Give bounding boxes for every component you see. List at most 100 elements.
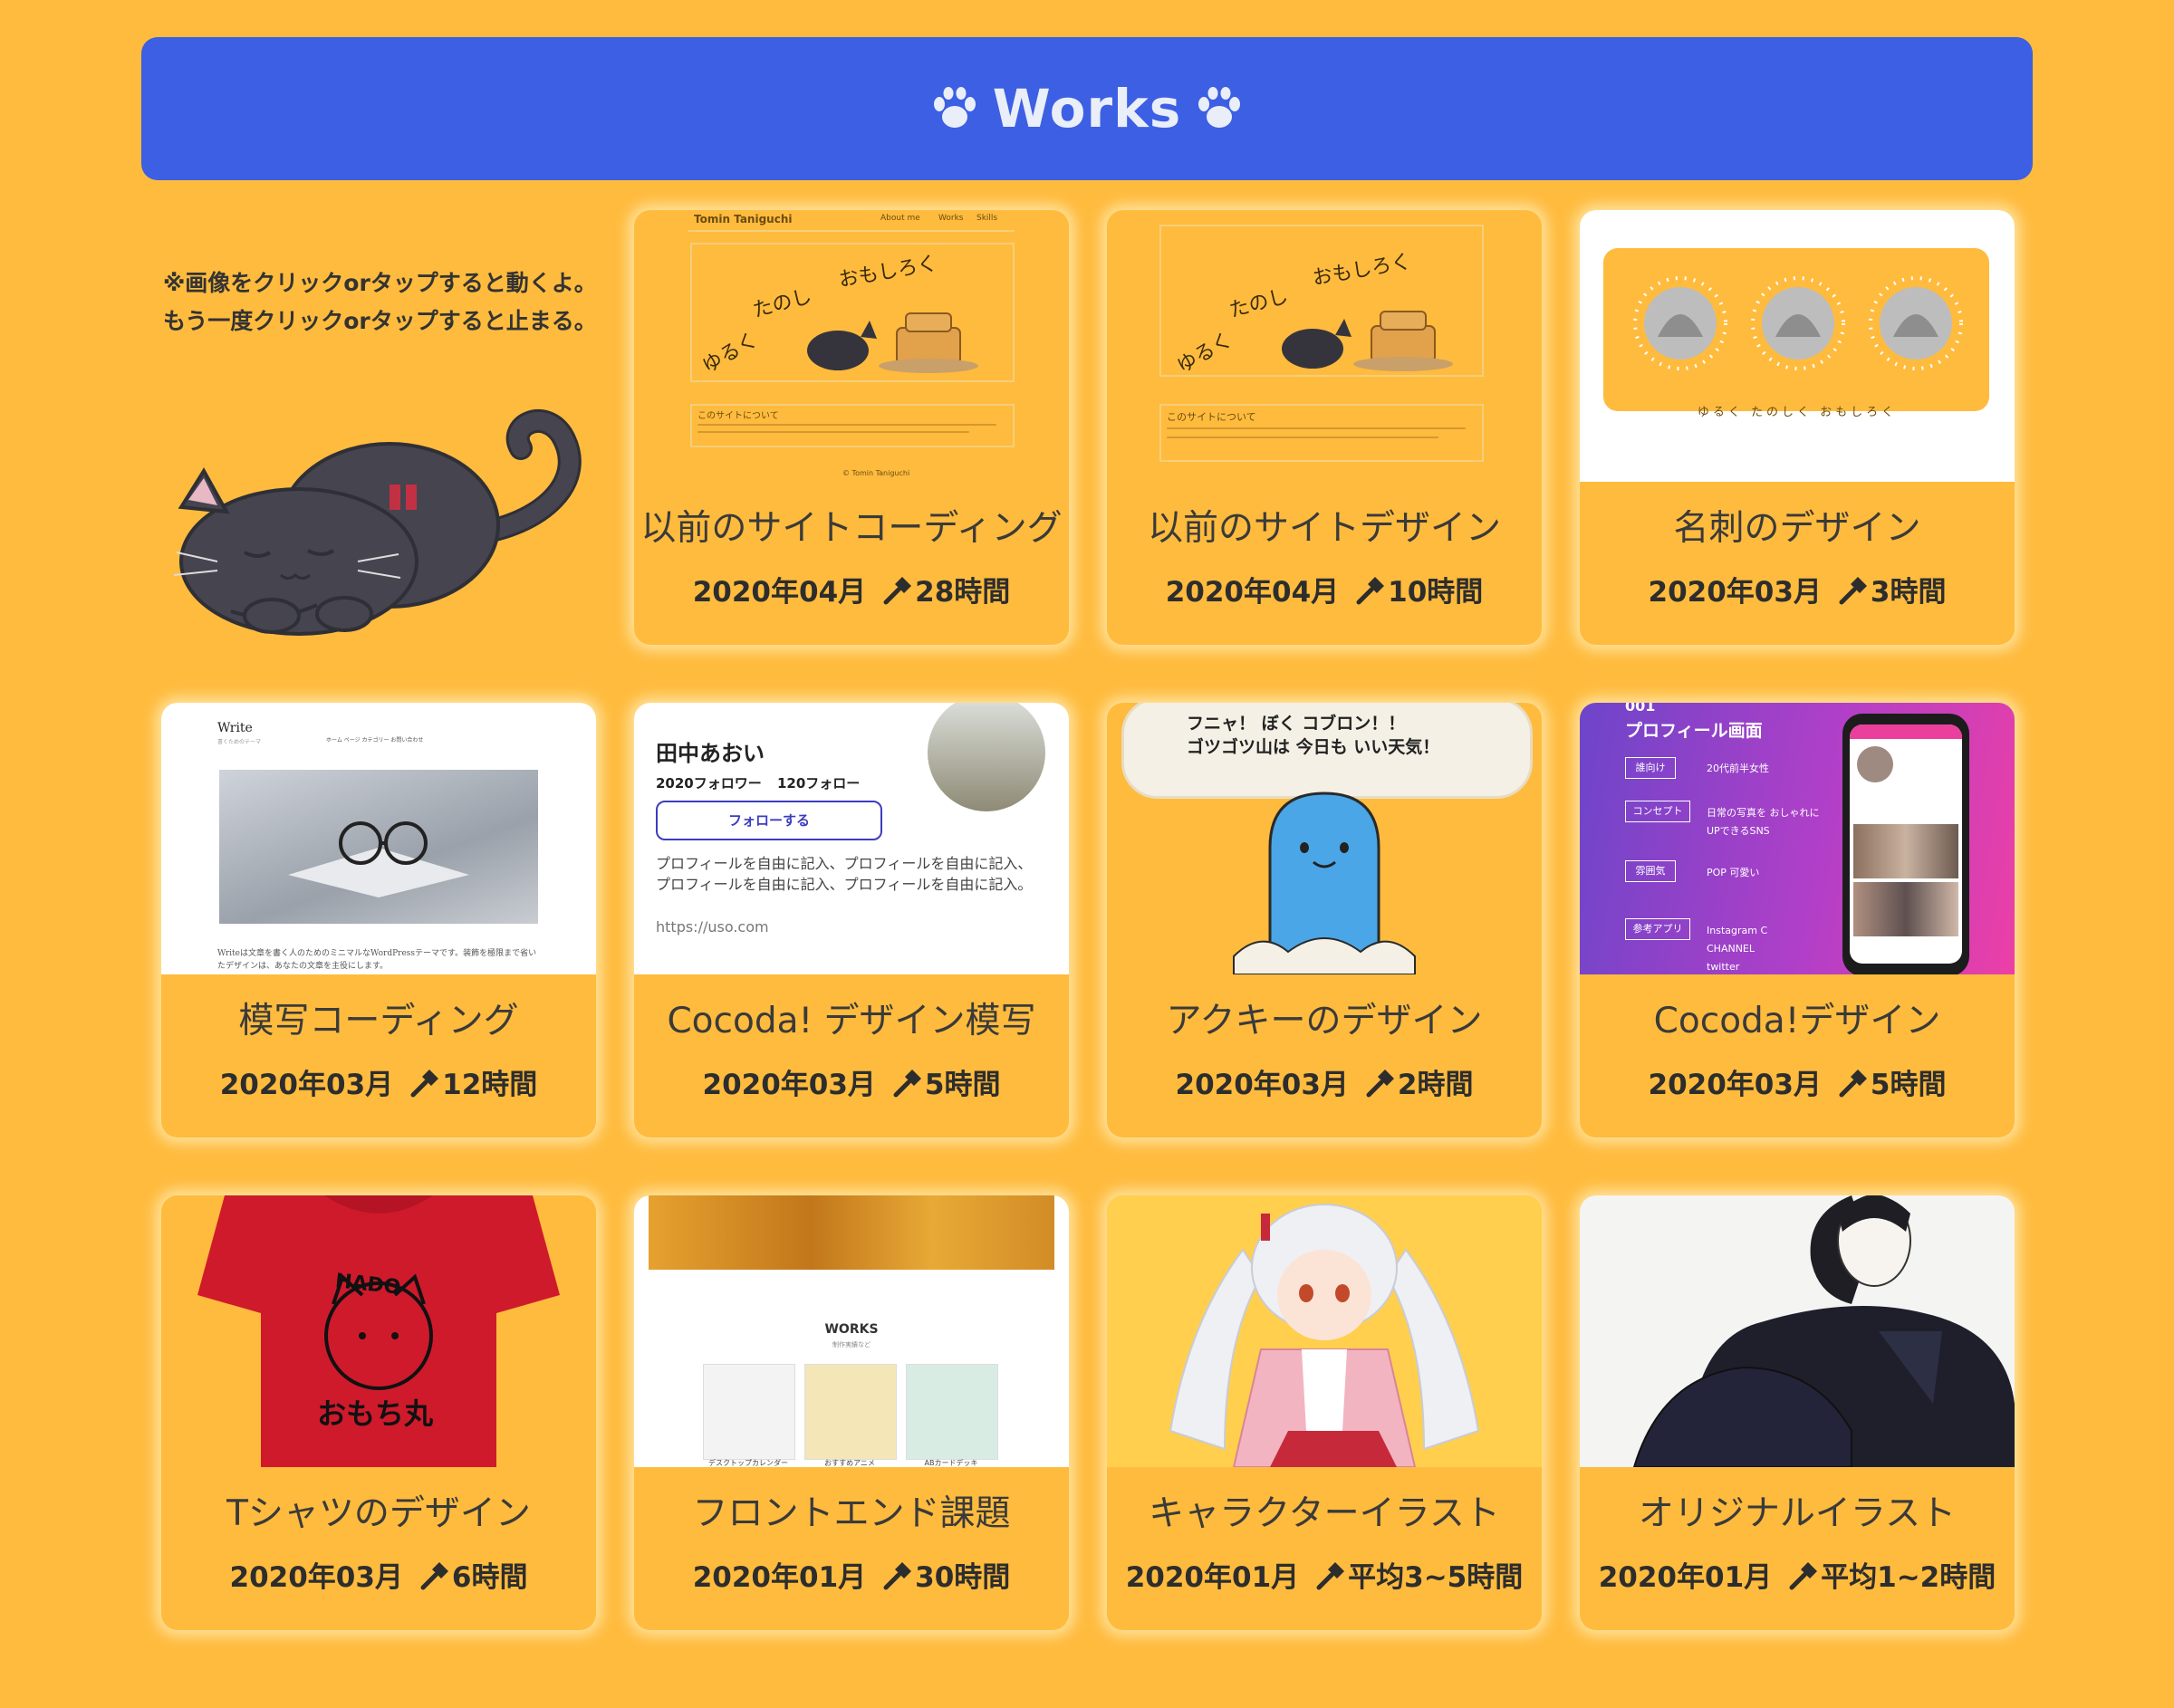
work-date: 2020年03月 <box>1648 1069 1822 1101</box>
cocoda-value: 20代前半女性 <box>1707 763 1769 774</box>
hammer-icon <box>410 1070 439 1098</box>
cocoda-label: コンセプト <box>1625 801 1690 822</box>
mini-caption: デスクトップカレンダー <box>708 1459 788 1467</box>
work-hours: 平均3~5時間 <box>1348 1561 1524 1594</box>
paw-icon <box>933 87 976 128</box>
profile-url: https://uso.com <box>656 918 769 936</box>
work-card[interactable]: オリジナルイラスト 2020年01月 平均1~2時間 <box>1580 1195 2015 1630</box>
work-card[interactable]: ゆるく たのし おもしろく このサイトについて 以前のサイトデザイン 2020年… <box>1107 210 1542 645</box>
hammer-icon <box>1839 1070 1867 1098</box>
profile-name: 田中あおい <box>656 741 765 766</box>
work-card[interactable]: Write 書くためのテーマ ホーム ページ カテゴリー お問い合わせ Writ… <box>161 703 596 1137</box>
work-meta: 2020年01月 平均3~5時間 <box>1107 1554 1542 1595</box>
sleeping-cat-image[interactable] <box>163 398 589 643</box>
work-date: 2020年03月 <box>229 1561 403 1594</box>
hammer-icon <box>420 1562 448 1590</box>
work-thumbnail[interactable]: HADO おもち丸 <box>161 1195 596 1467</box>
work-hours: 28時間 <box>915 576 1011 609</box>
mini-caption: ABカードデッキ <box>924 1459 978 1467</box>
work-meta: 2020年03月 5時間 <box>634 1061 1069 1102</box>
work-thumbnail[interactable] <box>1580 1195 2015 1467</box>
work-hours: 3時間 <box>1870 576 1947 609</box>
work-meta: 2020年03月 2時間 <box>1107 1061 1542 1102</box>
intro-line: もう一度クリックorタップすると止まる。 <box>163 308 597 334</box>
mini-tagline: 書くためのテーマ <box>217 739 262 745</box>
work-title: 以前のサイトデザイン <box>1147 508 1501 549</box>
work-hours: 12時間 <box>442 1069 538 1101</box>
hammer-icon <box>893 1070 921 1098</box>
work-date: 2020年03月 <box>219 1069 394 1101</box>
work-title: 以前のサイトコーディング <box>640 508 1063 549</box>
work-meta: 2020年04月 28時間 <box>634 569 1069 609</box>
work-title: 名刺のデザイン <box>1673 508 1921 549</box>
page-title: Works <box>992 78 1182 139</box>
work-date: 2020年04月 <box>692 576 867 609</box>
intro-line: ※画像をクリックorタップすると動くよ。 <box>163 270 597 296</box>
hammer-icon <box>1316 1562 1345 1590</box>
mini-heading: このサイトについて <box>1167 411 1256 423</box>
work-title: Cocoda!デザイン <box>1653 1001 1941 1041</box>
work-title: オリジナルイラスト <box>1638 1493 1957 1534</box>
work-meta: 2020年03月 3時間 <box>1580 569 2015 609</box>
work-date: 2020年01月 <box>1598 1561 1773 1594</box>
work-thumbnail[interactable]: 001 プロフィール画面 誰向け 20代前半女性 コンセプト 日常の写真を おし… <box>1580 703 2015 974</box>
work-date: 2020年01月 <box>1125 1561 1300 1594</box>
work-meta: 2020年01月 30時間 <box>634 1554 1069 1595</box>
mini-nav: Works <box>938 214 964 223</box>
work-date: 2020年01月 <box>692 1561 867 1594</box>
work-card[interactable]: キャラクターイラスト 2020年01月 平均3~5時間 <box>1107 1195 1542 1630</box>
work-card[interactable]: 001 プロフィール画面 誰向け 20代前半女性 コンセプト 日常の写真を おし… <box>1580 703 2015 1137</box>
work-date: 2020年03月 <box>702 1069 876 1101</box>
work-thumbnail[interactable]: Write 書くためのテーマ ホーム ページ カテゴリー お問い合わせ Writ… <box>161 703 596 974</box>
work-title: フロントエンド課題 <box>692 1493 1011 1534</box>
mini-brand: Write <box>217 721 253 735</box>
cocoda-heading: プロフィール画面 <box>1625 721 1763 741</box>
work-thumbnail[interactable]: ゆるく たのしく おもしろく <box>1580 210 2015 482</box>
cocoda-label: 雰囲気 <box>1625 860 1676 882</box>
mini-nav: ホーム ページ カテゴリー お問い合わせ <box>326 737 424 744</box>
mini-logo: Tomin Taniguchi <box>694 213 793 225</box>
hammer-icon <box>883 1562 912 1590</box>
mini-footer: © Tomin Taniguchi <box>842 469 910 477</box>
work-thumbnail[interactable] <box>1107 1195 1542 1467</box>
hammer-icon <box>1789 1562 1818 1590</box>
cocoda-value: POP 可愛い <box>1707 867 1760 878</box>
work-card[interactable]: フニャ！ ぼく コブロン！！ ゴツゴツ山は 今日も いい天気！ アクキーのデザイ… <box>1107 703 1542 1137</box>
bubble-line: ゴツゴツ山は 今日も いい天気！ <box>1187 737 1440 757</box>
work-thumbnail[interactable]: Tomin Taniguchi About me Works Skills ゆる… <box>634 210 1069 482</box>
intro-note: ※画像をクリックorタップすると動くよ。 もう一度クリックorタップすると止まる… <box>163 264 598 341</box>
work-meta: 2020年03月 12時間 <box>161 1061 596 1102</box>
tshirt-text: おもち丸 <box>317 1396 434 1431</box>
work-thumbnail[interactable]: 田中あおい 2020フォロワー 120フォロー フォローする プロフィールを自由… <box>634 703 1069 974</box>
work-hours: 6時間 <box>451 1561 528 1594</box>
work-card[interactable]: 田中あおい 2020フォロワー 120フォロー フォローする プロフィールを自由… <box>634 703 1069 1137</box>
work-hours: 5時間 <box>1870 1069 1947 1101</box>
work-card[interactable]: Tomin Taniguchi About me Works Skills ゆる… <box>634 210 1069 645</box>
work-card[interactable]: WORKS 制作実績など デスクトップカレンダー おすすめアニメ ABカードデッ… <box>634 1195 1069 1630</box>
mini-sub: 制作実績など <box>832 1341 871 1348</box>
cocoda-value: 日常の写真を おしゃれにUPできるSNS <box>1707 807 1820 837</box>
follow-button[interactable]: フォローする <box>656 801 882 840</box>
work-meta: 2020年03月 5時間 <box>1580 1061 2015 1102</box>
hammer-icon <box>1839 577 1867 605</box>
work-thumbnail[interactable]: ゆるく たのし おもしろく このサイトについて <box>1107 210 1542 482</box>
work-title: 模写コーディング <box>238 1001 519 1041</box>
cocoda-value: Instagram C CHANNEL twitter <box>1707 925 1768 973</box>
work-thumbnail[interactable]: フニャ！ ぼく コブロン！！ ゴツゴツ山は 今日も いい天気！ <box>1107 703 1542 974</box>
work-date: 2020年04月 <box>1165 576 1340 609</box>
work-card[interactable]: HADO おもち丸 Tシャツのデザイン 2020年03月 6時間 <box>161 1195 596 1630</box>
mini-nav: Skills <box>976 214 998 223</box>
cocoda-num: 001 <box>1625 703 1656 715</box>
work-title: Tシャツのデザイン <box>226 1493 531 1534</box>
card-words: ゆるく たのしく おもしろく <box>1697 406 1898 419</box>
work-thumbnail[interactable]: WORKS 制作実績など デスクトップカレンダー おすすめアニメ ABカードデッ… <box>634 1195 1069 1467</box>
mini-nav: About me <box>880 214 920 223</box>
cocoda-label: 誰向け <box>1625 757 1676 779</box>
work-card[interactable]: ゆるく たのしく おもしろく 名刺のデザイン 2020年03月 3時間 <box>1580 210 2015 645</box>
mini-body: Writeは文章を書く人のためのミニマルなWordPressテーマです。装飾を極… <box>217 949 537 971</box>
bubble-line: フニャ！ ぼく コブロン！！ <box>1187 714 1406 734</box>
work-date: 2020年03月 <box>1648 576 1822 609</box>
work-title: Cocoda! デザイン模写 <box>667 1001 1036 1041</box>
work-hours: 平均1~2時間 <box>1821 1561 1996 1594</box>
mini-caption: おすすめアニメ <box>824 1459 875 1467</box>
